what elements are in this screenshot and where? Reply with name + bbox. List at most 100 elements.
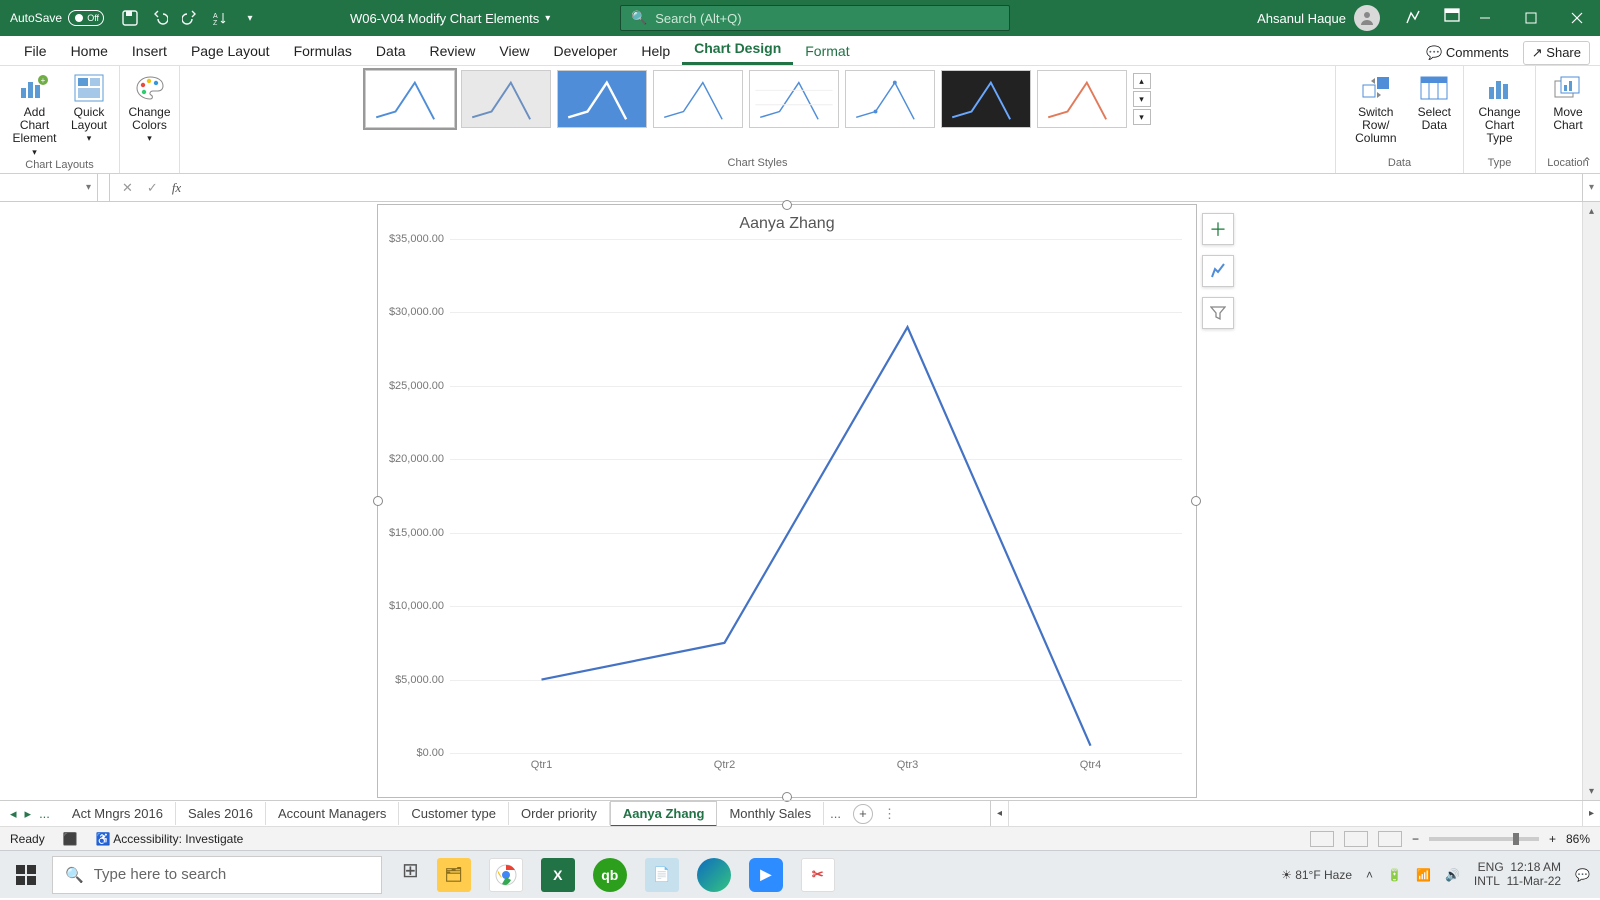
task-view-icon[interactable]: ⊞ — [402, 858, 419, 892]
macro-record-icon[interactable]: ⬛ — [63, 832, 78, 846]
sheet-tab[interactable]: Account Managers — [266, 802, 399, 825]
view-normal-icon[interactable] — [1310, 831, 1334, 847]
hscroll-right-icon[interactable]: ▸ — [1582, 801, 1600, 826]
tab-help[interactable]: Help — [629, 39, 682, 65]
tab-page-layout[interactable]: Page Layout — [179, 39, 282, 65]
cancel-formula-icon[interactable]: ✕ — [122, 180, 133, 196]
formula-input[interactable] — [193, 174, 1582, 201]
zoom-icon[interactable]: ▶ — [749, 858, 783, 892]
sheet-tab[interactable]: Order priority — [509, 802, 610, 825]
edge-icon[interactable] — [697, 858, 731, 892]
quickbooks-icon[interactable]: qb — [593, 858, 627, 892]
name-box[interactable]: ▾ — [0, 174, 98, 201]
ribbon-display-icon[interactable] — [1444, 8, 1460, 29]
chart-styles-button[interactable] — [1202, 255, 1234, 287]
name-box-dropdown-icon[interactable]: ▾ — [86, 182, 91, 193]
hscroll-left-icon[interactable]: ◂ — [991, 801, 1009, 826]
tab-review[interactable]: Review — [418, 39, 488, 65]
gallery-up-icon[interactable]: ▴ — [1133, 73, 1151, 89]
sheet-tab[interactable]: Customer type — [399, 802, 509, 825]
excel-icon[interactable]: X — [541, 858, 575, 892]
chart-plot-area[interactable]: $35,000.00 $30,000.00 $25,000.00 $20,000… — [450, 239, 1182, 753]
battery-icon[interactable]: 🔋 — [1387, 868, 1402, 882]
sheet-tab[interactable]: Sales 2016 — [176, 802, 266, 825]
chart-style-1[interactable] — [365, 70, 455, 128]
coming-soon-icon[interactable] — [1404, 8, 1422, 29]
sheet-tab-active[interactable]: Aanya Zhang — [610, 801, 718, 827]
taskbar-search[interactable]: 🔍 Type here to search — [52, 856, 382, 894]
minimize-button[interactable] — [1462, 0, 1508, 36]
zoom-out-icon[interactable]: − — [1412, 832, 1419, 846]
zoom-slider[interactable] — [1429, 837, 1539, 841]
notes-icon[interactable]: 📄 — [645, 858, 679, 892]
chrome-icon[interactable] — [489, 858, 523, 892]
tab-developer[interactable]: Developer — [542, 39, 630, 65]
quick-layout-button[interactable]: Quick Layout▾ — [67, 70, 111, 159]
tray-overflow-icon[interactable]: ˄ — [1366, 868, 1373, 882]
add-sheet-button[interactable]: + — [853, 804, 873, 824]
chart-line-series[interactable] — [450, 239, 1182, 753]
tab-home[interactable]: Home — [59, 39, 120, 65]
autosave-control[interactable]: AutoSave Off — [0, 10, 114, 26]
chart-object[interactable]: Aanya Zhang $35,000.00 $30,000.00 $25,00… — [377, 204, 1197, 798]
formula-expand-icon[interactable]: ▾ — [1582, 174, 1600, 201]
snip-icon[interactable]: ✂ — [801, 858, 835, 892]
chart-style-8[interactable] — [1037, 70, 1127, 128]
chart-style-7[interactable] — [941, 70, 1031, 128]
view-page-layout-icon[interactable] — [1344, 831, 1368, 847]
title-dropdown-icon[interactable]: ▾ — [545, 13, 550, 24]
tab-insert[interactable]: Insert — [120, 39, 179, 65]
user-account[interactable]: Ahsanul Haque — [1257, 5, 1380, 31]
resize-handle-left[interactable] — [373, 496, 383, 506]
select-data-button[interactable]: Select Data — [1414, 70, 1455, 148]
volume-icon[interactable]: 🔊 — [1445, 868, 1460, 882]
change-colors-button[interactable]: Change Colors▾ — [124, 70, 174, 146]
wifi-icon[interactable]: 📶 — [1416, 868, 1431, 882]
sheet-tabs-more[interactable]: ... — [824, 806, 847, 821]
sheet-tab[interactable]: Monthly Sales — [717, 802, 824, 825]
resize-handle-right[interactable] — [1191, 496, 1201, 506]
tab-view[interactable]: View — [487, 39, 541, 65]
maximize-button[interactable] — [1508, 0, 1554, 36]
tab-file[interactable]: File — [12, 39, 59, 65]
weather-widget[interactable]: ☀ 81°F Haze — [1281, 868, 1352, 882]
chart-filters-button[interactable] — [1202, 297, 1234, 329]
sort-icon[interactable]: AZ — [210, 8, 230, 28]
chart-style-4[interactable] — [653, 70, 743, 128]
enter-formula-icon[interactable]: ✓ — [147, 180, 158, 196]
qat-customize-icon[interactable]: ▾ — [240, 8, 260, 28]
sheet-nav-left-icon[interactable]: ◂ — [10, 806, 17, 822]
zoom-level[interactable]: 86% — [1566, 832, 1590, 846]
tab-format[interactable]: Format — [793, 39, 861, 65]
add-chart-element-button[interactable]: + Add Chart Element▾ — [8, 70, 61, 159]
collapse-ribbon-icon[interactable]: ⌃ — [1582, 155, 1592, 169]
fx-icon[interactable]: fx — [172, 180, 181, 196]
move-chart-button[interactable]: Move Chart — [1548, 70, 1588, 134]
file-explorer-icon[interactable]: 🗂 — [437, 858, 471, 892]
worksheet-area[interactable]: Aanya Zhang $35,000.00 $30,000.00 $25,00… — [0, 202, 1600, 800]
view-page-break-icon[interactable] — [1378, 831, 1402, 847]
chart-style-3[interactable] — [557, 70, 647, 128]
horizontal-scrollbar[interactable]: ◂ ▸ — [990, 801, 1600, 826]
resize-handle-top[interactable] — [782, 200, 792, 210]
zoom-in-icon[interactable]: + — [1549, 832, 1556, 846]
scroll-down-icon[interactable]: ▾ — [1583, 782, 1600, 800]
scroll-up-icon[interactable]: ▴ — [1583, 202, 1600, 220]
vertical-scrollbar[interactable]: ▴ ▾ — [1582, 202, 1600, 800]
chart-style-6[interactable] — [845, 70, 935, 128]
redo-icon[interactable] — [180, 8, 200, 28]
notifications-icon[interactable]: 💬 — [1575, 868, 1590, 882]
tab-formulas[interactable]: Formulas — [282, 39, 364, 65]
start-button[interactable] — [0, 865, 52, 885]
search-box[interactable]: 🔍 Search (Alt+Q) — [620, 5, 1010, 31]
chart-style-2[interactable] — [461, 70, 551, 128]
close-button[interactable] — [1554, 0, 1600, 36]
gallery-down-icon[interactable]: ▾ — [1133, 91, 1151, 107]
sheet-nav-right-icon[interactable]: ▸ — [25, 806, 32, 822]
chart-style-5[interactable] — [749, 70, 839, 128]
gallery-more-icon[interactable]: ▾ — [1133, 109, 1151, 125]
sheet-tab[interactable]: Act Mngrs 2016 — [60, 802, 176, 825]
sheet-bar-menu-icon[interactable]: ⋮ — [879, 806, 900, 822]
autosave-toggle[interactable]: Off — [68, 10, 104, 26]
language-clock[interactable]: ENG 12:18 AM INTL 11-Mar-22 — [1474, 861, 1561, 889]
